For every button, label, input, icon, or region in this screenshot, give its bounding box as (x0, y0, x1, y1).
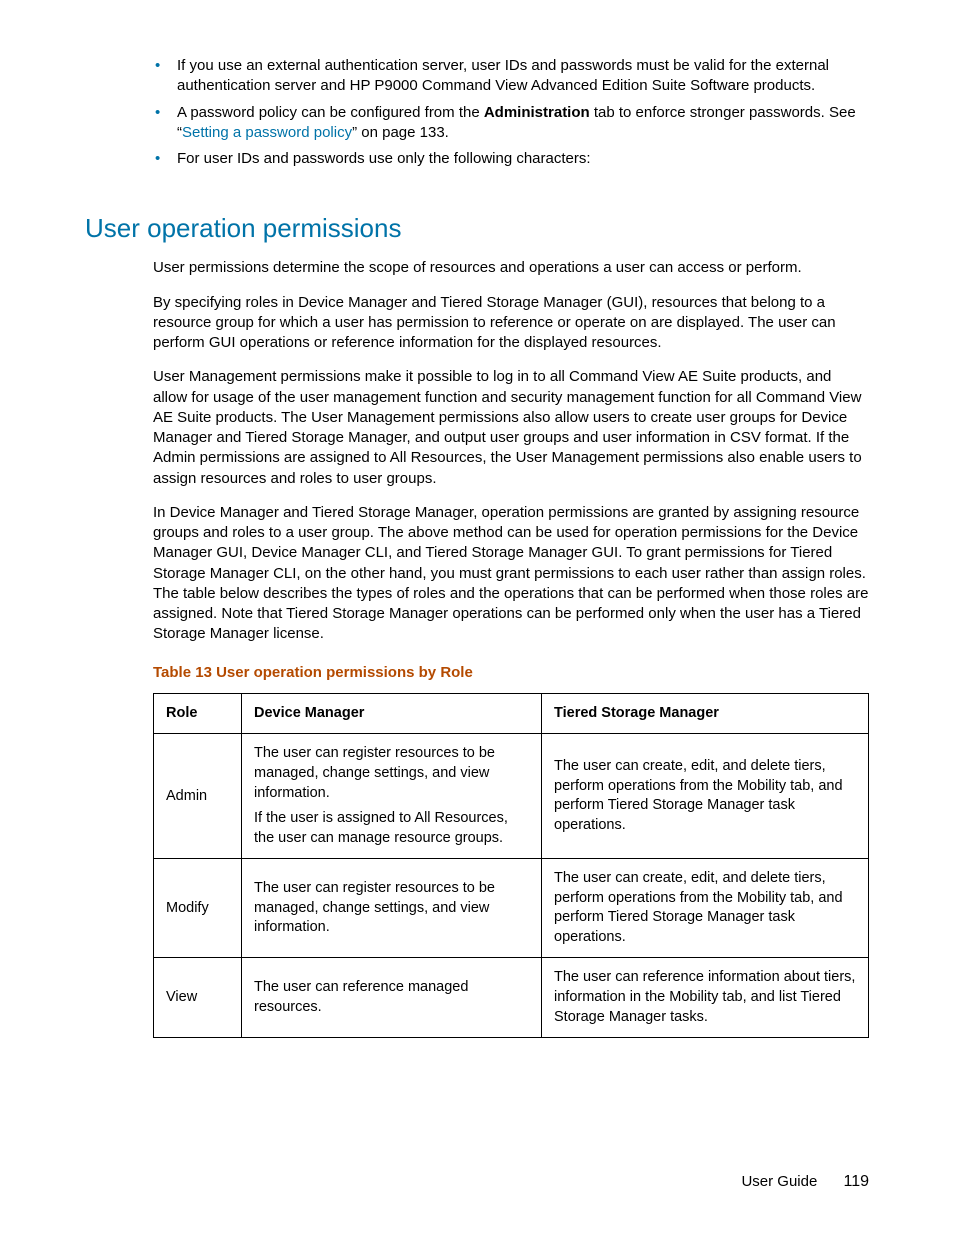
bullet-text: If you use an external authentication se… (177, 57, 829, 94)
bullet-text-pre: A password policy can be configured from… (177, 104, 484, 121)
password-policy-link[interactable]: Setting a password policy (182, 124, 352, 141)
cell-role: View (154, 958, 242, 1038)
roles-table: Role Device Manager Tiered Storage Manag… (153, 693, 869, 1038)
cell-tsm: The user can reference information about… (542, 958, 869, 1038)
paragraph: By specifying roles in Device Manager an… (153, 293, 869, 354)
cell-role: Admin (154, 734, 242, 859)
intro-bullet-list: If you use an external authentication se… (153, 56, 869, 169)
cell-dm-line2: If the user is assigned to All Resources… (254, 809, 529, 848)
table-row: Admin The user can register resources to… (154, 734, 869, 859)
footer-page-number: 119 (843, 1173, 869, 1190)
section-body: User permissions determine the scope of … (153, 258, 869, 1038)
bullet-item: For user IDs and passwords use only the … (153, 149, 869, 169)
bullet-text: For user IDs and passwords use only the … (177, 150, 591, 167)
cell-dm: The user can register resources to be ma… (242, 734, 542, 859)
cell-role: Modify (154, 859, 242, 958)
bullet-item: If you use an external authentication se… (153, 56, 869, 97)
bullet-item: A password policy can be configured from… (153, 103, 869, 144)
bullet-text-post: ” on page 133. (352, 124, 449, 141)
paragraph: User Management permissions make it poss… (153, 367, 869, 489)
section-heading: User operation permissions (85, 211, 869, 246)
cell-dm-line1: The user can register resources to be ma… (254, 744, 529, 803)
table-caption: Table 13 User operation permissions by R… (153, 663, 869, 683)
bullet-bold: Administration (484, 104, 590, 121)
cell-tsm: The user can create, edit, and delete ti… (542, 859, 869, 958)
col-tsm-header: Tiered Storage Manager (542, 693, 869, 734)
cell-tsm: The user can create, edit, and delete ti… (542, 734, 869, 859)
table-row: View The user can reference managed reso… (154, 958, 869, 1038)
footer-label: User Guide (741, 1173, 817, 1190)
cell-dm: The user can reference managed resources… (242, 958, 542, 1038)
paragraph: User permissions determine the scope of … (153, 258, 869, 278)
table-header-row: Role Device Manager Tiered Storage Manag… (154, 693, 869, 734)
page-footer: User Guide 119 (741, 1171, 869, 1193)
col-role-header: Role (154, 693, 242, 734)
cell-dm: The user can register resources to be ma… (242, 859, 542, 958)
table-row: Modify The user can register resources t… (154, 859, 869, 958)
col-dm-header: Device Manager (242, 693, 542, 734)
page-content: If you use an external authentication se… (0, 0, 954, 1038)
paragraph: In Device Manager and Tiered Storage Man… (153, 503, 869, 645)
